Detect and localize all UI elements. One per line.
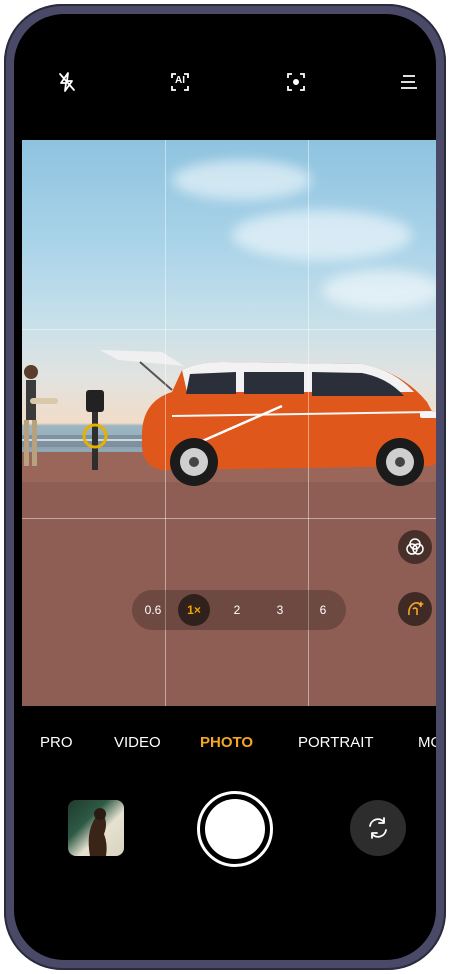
zoom-label: 3	[276, 603, 284, 617]
ai-badge: AI	[169, 71, 191, 93]
zoom-label: 0.6	[144, 603, 162, 617]
mode-selector: PRO VIDEO PHOTO PORTRAIT MO	[14, 734, 436, 758]
focus-icon[interactable]	[281, 67, 311, 97]
zoom-option-0.6[interactable]: 0.6	[136, 590, 170, 630]
grid-line	[22, 518, 436, 519]
flash-off-icon[interactable]	[52, 67, 82, 97]
zoom-label: 1×	[187, 603, 201, 617]
phone-frame: AI 0.6 1× 2 3 6 PRO VIDEO PHOTO PORTRAIT…	[4, 4, 446, 970]
zoom-label: 2	[233, 603, 241, 617]
gallery-thumbnail[interactable]	[68, 800, 124, 856]
top-toolbar: AI	[14, 14, 436, 140]
zoom-option-3[interactable]: 3	[263, 590, 297, 630]
viewfinder[interactable]: 0.6 1× 2 3 6	[22, 140, 436, 706]
mode-video[interactable]: VIDEO	[114, 734, 161, 751]
beauty-icon[interactable]	[398, 592, 432, 626]
mode-pro[interactable]: PRO	[40, 734, 73, 751]
zoom-selector: 0.6 1× 2 3 6	[132, 590, 346, 630]
filters-icon[interactable]	[398, 530, 432, 564]
camera-screen: AI 0.6 1× 2 3 6 PRO VIDEO PHOTO PORTRAIT…	[14, 14, 436, 960]
grid-line	[22, 329, 436, 330]
thumbnail-image	[88, 808, 107, 856]
switch-camera-icon[interactable]	[350, 800, 406, 856]
mode-photo[interactable]: PHOTO	[200, 734, 253, 751]
zoom-label: 6	[319, 603, 327, 617]
zoom-option-1x[interactable]: 1×	[178, 594, 210, 626]
mode-portrait[interactable]: PORTRAIT	[298, 734, 374, 751]
ai-label: AI	[175, 75, 185, 86]
shutter-core	[205, 799, 265, 859]
mode-more[interactable]: MO	[418, 734, 436, 751]
zoom-option-2[interactable]: 2	[220, 590, 254, 630]
shutter-button[interactable]	[197, 791, 273, 867]
menu-icon[interactable]	[394, 67, 424, 97]
zoom-option-6[interactable]: 6	[306, 590, 340, 630]
ai-scene-icon[interactable]: AI	[165, 67, 195, 97]
